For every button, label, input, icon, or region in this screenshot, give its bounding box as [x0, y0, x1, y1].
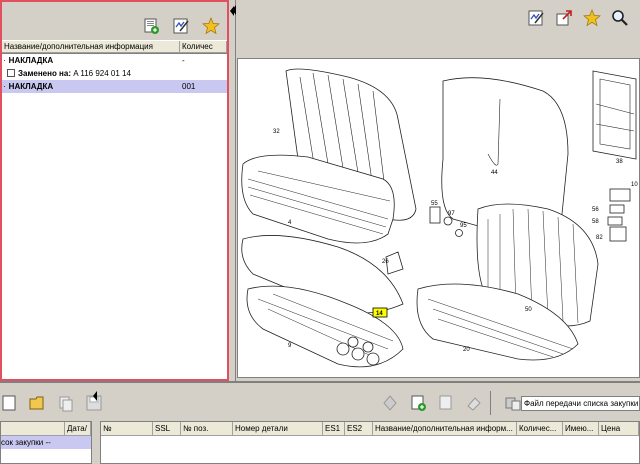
part-name: НАКЛАДКА [8, 82, 54, 91]
part-label: 20 [463, 347, 470, 353]
search-icon[interactable] [610, 8, 630, 28]
part-label: 56 [592, 207, 599, 213]
parts-list-toolbar [2, 2, 227, 40]
shopping-list-panel: Дата/ сок закупки -- Файл передачи списк… [0, 381, 640, 464]
favorite-star-icon[interactable] [582, 8, 602, 28]
list-item[interactable]: Заменено на: A 116 924 01 14 [2, 67, 227, 80]
toolbar-separator [490, 391, 502, 415]
parts-list-header: Название/дополнительная информация Колич… [2, 40, 227, 53]
checkbox[interactable] [7, 69, 15, 78]
part-quantity [180, 67, 224, 80]
part-label: 50 [525, 307, 532, 313]
collapse-arrow-icon[interactable] [92, 389, 98, 409]
column-name[interactable]: Название/дополнительная информация [2, 41, 180, 52]
expand-icon[interactable]: · [3, 56, 6, 65]
add-to-list-icon[interactable] [141, 16, 161, 36]
drawing-toolbar [526, 8, 630, 28]
list-item[interactable]: · НАКЛАДКА - [2, 54, 227, 67]
bottom-splitter[interactable] [92, 383, 98, 464]
new-list-icon[interactable] [0, 393, 20, 413]
parts-list-panel: Название/дополнительная информация Колич… [0, 0, 229, 381]
part-58 [607, 216, 623, 226]
transfer-file-icon[interactable] [503, 393, 523, 413]
part-label: 55 [431, 201, 438, 207]
part-label: 38 [616, 159, 623, 165]
collapse-arrow-icon[interactable] [231, 4, 237, 18]
part-55 [429, 206, 441, 224]
column-ssl[interactable]: SSL [153, 422, 181, 435]
part-97 [443, 216, 453, 226]
edit-note-icon[interactable] [171, 16, 191, 36]
part-label: 58 [592, 219, 599, 225]
seat-diagram: 32 44 38 4 55 97 95 10 56 58 82 26 14 9 … [241, 68, 638, 368]
column-name[interactable]: Название/дополнительная информ... [373, 422, 517, 435]
part-label: 9 [288, 343, 292, 349]
column-es1[interactable]: ES1 [323, 422, 345, 435]
part-name: НАКЛАДКА [8, 56, 54, 65]
parts-list: · НАКЛАДКА - Заменено на: A 116 924 01 14… [2, 53, 227, 379]
part-label: 32 [273, 129, 280, 135]
shopping-list-toolbar [0, 393, 104, 413]
part-label: 82 [596, 235, 603, 241]
replacement-part-number: A 116 924 01 14 [73, 69, 131, 78]
expand-icon[interactable]: · [3, 82, 6, 91]
zoom-window-icon[interactable] [554, 8, 574, 28]
shopping-lists: Дата/ сок закупки -- [0, 421, 92, 464]
frame-38 [592, 70, 637, 160]
replaced-by-label: Заменено на: [18, 69, 74, 78]
part-10 [609, 188, 631, 202]
part-82 [609, 226, 627, 242]
remove-icon[interactable] [436, 393, 456, 413]
transfer-icon[interactable] [380, 393, 400, 413]
erase-icon[interactable] [464, 393, 484, 413]
part-quantity: 001 [182, 82, 196, 91]
part-label: 26 [382, 259, 389, 265]
part-95 [455, 229, 463, 237]
open-folder-icon[interactable] [28, 393, 48, 413]
column-available[interactable]: Имею... [563, 422, 599, 435]
part-label: 10 [631, 182, 638, 188]
column-name[interactable] [1, 422, 65, 435]
list-item[interactable]: сок закупки -- [1, 436, 91, 449]
column-es2[interactable]: ES2 [345, 422, 373, 435]
favorite-star-icon[interactable] [201, 16, 221, 36]
column-part-number[interactable]: Номер детали [233, 422, 323, 435]
column-quantity[interactable]: Количес... [517, 422, 563, 435]
column-position[interactable]: № поз. [181, 422, 233, 435]
parts-table: № SSL № поз. Номер детали ES1 ES2 Назван… [100, 421, 640, 464]
transfer-file-field[interactable]: Файл передачи списка закупки [521, 396, 640, 411]
column-quantity[interactable]: Количес [180, 41, 227, 52]
parts-toolbar [380, 393, 484, 413]
part-56 [609, 204, 625, 214]
column-number[interactable]: № [101, 422, 153, 435]
column-price[interactable]: Цена [599, 422, 639, 435]
part-quantity: - [182, 56, 185, 65]
copy-icon[interactable] [56, 393, 76, 413]
shopping-lists-header: Дата/ [1, 422, 91, 436]
parts-table-header: № SSL № поз. Номер детали ES1 ES2 Назван… [101, 422, 639, 436]
column-date[interactable]: Дата/ [65, 422, 91, 435]
part-label: 95 [460, 223, 467, 229]
edit-note-icon[interactable] [526, 8, 546, 28]
add-to-list-icon[interactable] [408, 393, 428, 413]
part-label: 97 [448, 211, 455, 217]
part-label: 44 [491, 170, 498, 176]
exploded-view-drawing[interactable]: 32 44 38 4 55 97 95 10 56 58 82 26 14 9 … [237, 58, 640, 378]
list-item[interactable]: · НАКЛАДКА 001 [2, 80, 227, 93]
shopping-list-name: сок закупки -- [1, 438, 51, 447]
part-label: 14 [376, 311, 383, 317]
